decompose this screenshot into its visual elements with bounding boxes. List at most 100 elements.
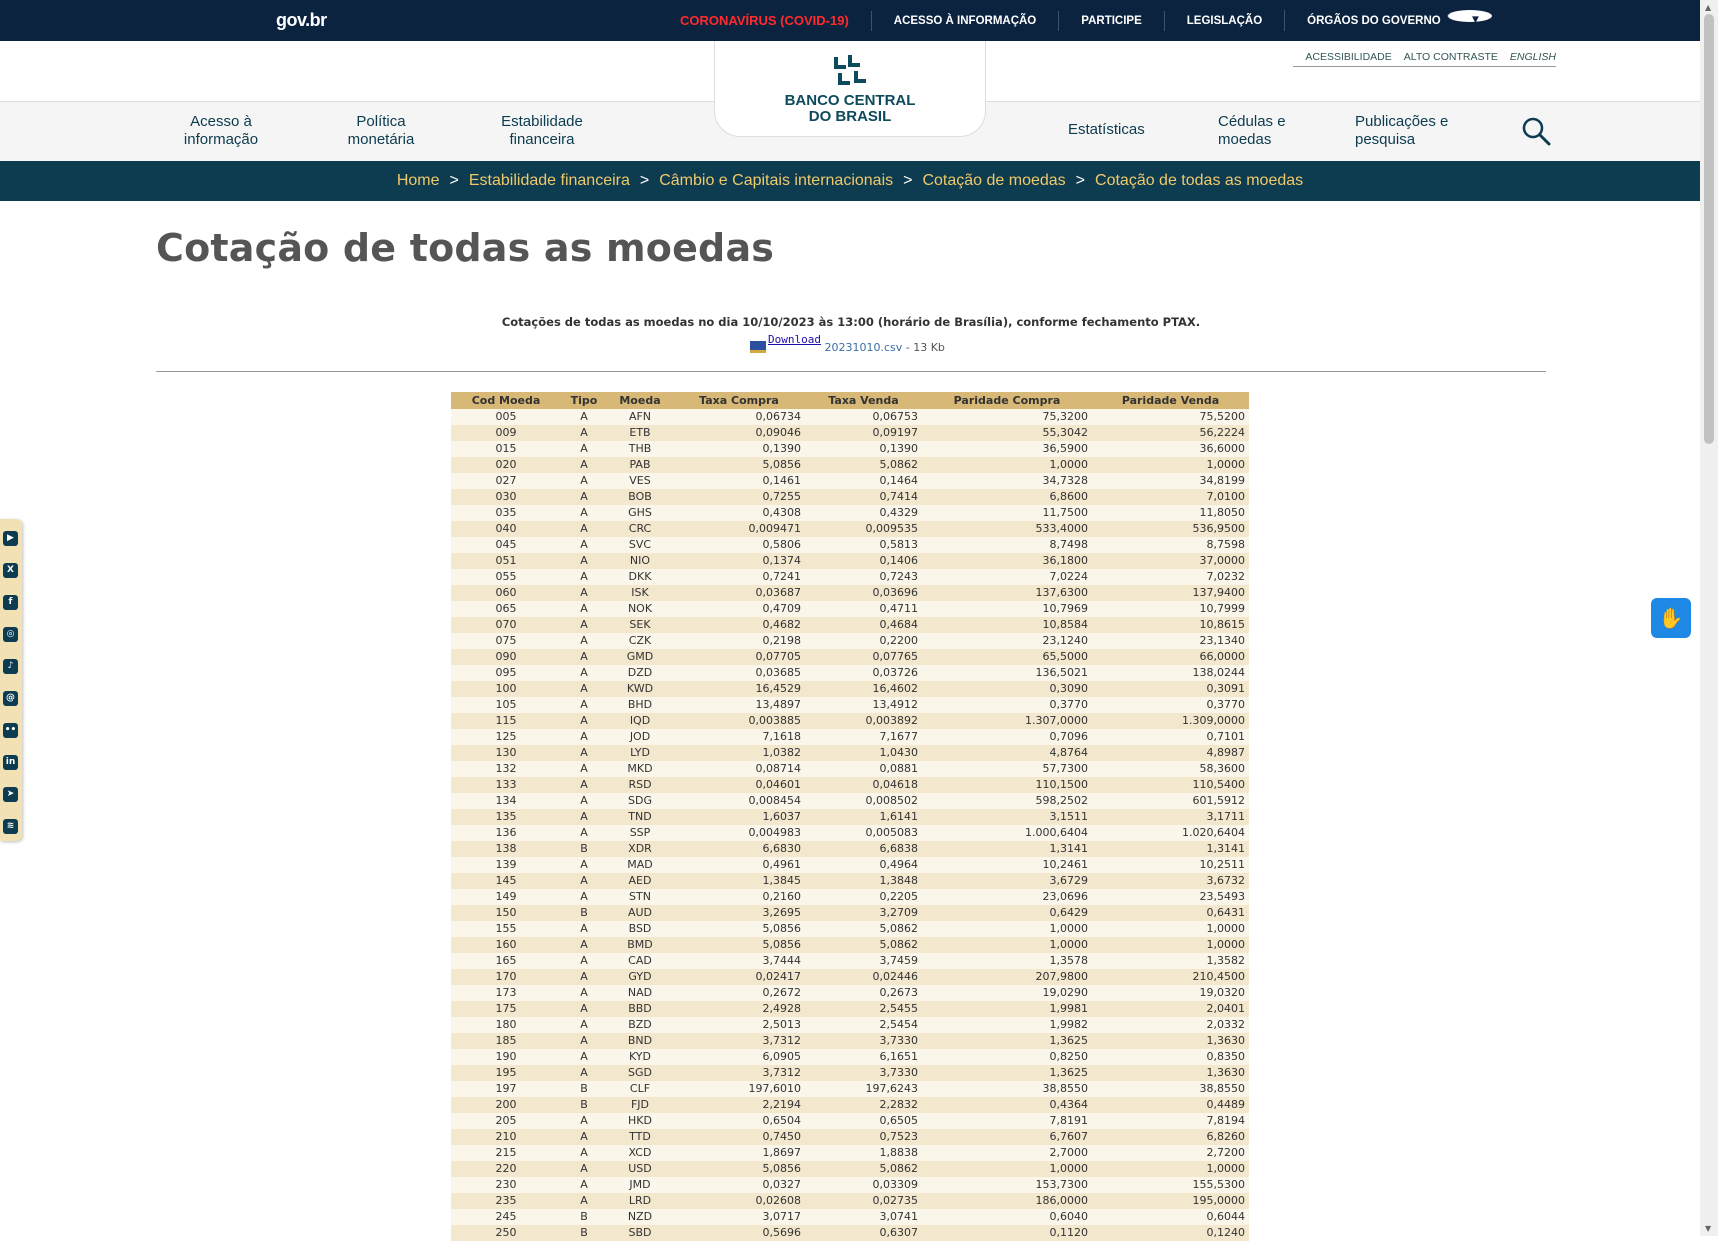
table-cell: MAD bbox=[607, 857, 673, 873]
table-cell: 0,03687 bbox=[673, 585, 805, 601]
table-cell: 2,5455 bbox=[805, 1001, 922, 1017]
breadcrumb-cotacao-todas[interactable]: Cotação de todas as moedas bbox=[1095, 172, 1303, 190]
table-row: 020 A PAB 5,0856 5,0862 1,0000 1,0000 bbox=[451, 457, 1249, 473]
table-cell: A bbox=[561, 457, 607, 473]
acesso-informacao-link[interactable]: ACESSO À INFORMAÇÃO bbox=[870, 10, 1058, 31]
table-cell: 145 bbox=[451, 873, 561, 889]
breadcrumb-home[interactable]: Home bbox=[397, 172, 440, 190]
flickr-icon[interactable]: •• bbox=[3, 723, 18, 738]
table-cell: CZK bbox=[607, 633, 673, 649]
nav-acesso-informacao[interactable]: Acesso à informação bbox=[176, 113, 266, 149]
table-cell: 11,8050 bbox=[1092, 505, 1249, 521]
x-icon[interactable]: X bbox=[3, 563, 18, 578]
covid-link[interactable]: CORONAVÍRUS (COVID-19) bbox=[680, 11, 871, 31]
table-cell: 1,0000 bbox=[922, 937, 1092, 953]
table-cell: 0,07765 bbox=[805, 649, 922, 665]
table-cell: 6,8600 bbox=[922, 489, 1092, 505]
tiktok-icon[interactable]: ♪ bbox=[3, 659, 18, 674]
download-icon[interactable] bbox=[750, 341, 766, 353]
table-cell: 0,2205 bbox=[805, 889, 922, 905]
table-cell: 0,4711 bbox=[805, 601, 922, 617]
table-cell: A bbox=[561, 649, 607, 665]
table-cell: BBD bbox=[607, 1001, 673, 1017]
govbr-logo[interactable]: gov.br bbox=[276, 10, 327, 31]
table-cell: 7,0232 bbox=[1092, 569, 1249, 585]
table-row: 130 A LYD 1,0382 1,0430 4,8764 4,8987 bbox=[451, 745, 1249, 761]
breadcrumb-estabilidade[interactable]: Estabilidade financeira bbox=[469, 172, 630, 190]
table-cell: 0,4709 bbox=[673, 601, 805, 617]
table-cell: 5,0862 bbox=[805, 937, 922, 953]
libras-sign-language-icon[interactable]: ✋ bbox=[1651, 598, 1691, 638]
table-cell: 0,6040 bbox=[922, 1209, 1092, 1225]
table-cell: LYD bbox=[607, 745, 673, 761]
youtube-icon[interactable]: ▶ bbox=[3, 531, 18, 546]
table-cell: 2,4928 bbox=[673, 1001, 805, 1017]
breadcrumb-cambio[interactable]: Câmbio e Capitais internacionais bbox=[659, 172, 893, 190]
table-cell: 1,0000 bbox=[922, 1161, 1092, 1177]
table-cell: 1,3630 bbox=[1092, 1065, 1249, 1081]
nav-publicacoes-pesquisa[interactable]: Publicações e pesquisa bbox=[1355, 113, 1455, 149]
table-cell: 210 bbox=[451, 1129, 561, 1145]
table-cell: 1,6037 bbox=[673, 809, 805, 825]
orgaos-governo-link[interactable]: ÓRGÃOS DO GOVERNO ▼ bbox=[1284, 10, 1514, 31]
logo-line-2: DO BRASIL bbox=[808, 108, 892, 125]
table-cell: 57,7300 bbox=[922, 761, 1092, 777]
table-cell: NIO bbox=[607, 553, 673, 569]
acessibilidade-link[interactable]: ACESSIBILIDADE bbox=[1305, 51, 1391, 63]
table-cell: 0,3770 bbox=[1092, 697, 1249, 713]
nav-estatisticas[interactable]: Estatísticas bbox=[1068, 121, 1145, 139]
table-cell: 0,07705 bbox=[673, 649, 805, 665]
table-cell: BZD bbox=[607, 1017, 673, 1033]
english-link[interactable]: ENGLISH bbox=[1510, 51, 1556, 63]
table-cell: 13,4912 bbox=[805, 697, 922, 713]
search-icon[interactable] bbox=[1521, 116, 1551, 146]
scrollbar[interactable]: ▲ ▼ bbox=[1700, 0, 1718, 1236]
telegram-icon[interactable]: ➤ bbox=[3, 787, 18, 802]
nav-politica-monetaria[interactable]: Política monetária bbox=[336, 113, 426, 149]
legislacao-link[interactable]: LEGISLAÇÃO bbox=[1163, 10, 1284, 31]
table-cell: 0,2200 bbox=[805, 633, 922, 649]
scrollbar-thumb[interactable] bbox=[1704, 14, 1714, 444]
table-row: 100 A KWD 16,4529 16,4602 0,3090 0,3091 bbox=[451, 681, 1249, 697]
table-row: 009 A ETB 0,09046 0,09197 55,3042 56,2224 bbox=[451, 425, 1249, 441]
table-cell: A bbox=[561, 777, 607, 793]
table-cell: 6,6830 bbox=[673, 841, 805, 857]
table-cell: 150 bbox=[451, 905, 561, 921]
alto-contraste-link[interactable]: ALTO CONTRASTE bbox=[1404, 51, 1498, 63]
table-cell: 110,5400 bbox=[1092, 777, 1249, 793]
threads-icon[interactable]: @ bbox=[3, 691, 18, 706]
table-cell: 1.000,6404 bbox=[922, 825, 1092, 841]
download-link[interactable]: Download bbox=[768, 333, 821, 346]
nav-cedulas-moedas[interactable]: Cédulas e moedas bbox=[1218, 113, 1298, 149]
table-cell: A bbox=[561, 1033, 607, 1049]
table-cell: 105 bbox=[451, 697, 561, 713]
csv-file-link[interactable]: 20231010.csv bbox=[824, 341, 902, 354]
table-cell: 1.020,6404 bbox=[1092, 825, 1249, 841]
instagram-icon[interactable]: ◎ bbox=[3, 627, 18, 642]
nav-estabilidade-financeira[interactable]: Estabilidade financeira bbox=[492, 113, 592, 149]
table-cell: 0,08714 bbox=[673, 761, 805, 777]
table-cell: CAD bbox=[607, 953, 673, 969]
participe-link[interactable]: PARTICIPE bbox=[1058, 10, 1164, 31]
table-cell: A bbox=[561, 729, 607, 745]
table-cell: 10,8584 bbox=[922, 617, 1092, 633]
table-cell: 0,4961 bbox=[673, 857, 805, 873]
table-cell: 0,4682 bbox=[673, 617, 805, 633]
linkedin-icon[interactable]: in bbox=[3, 755, 18, 770]
table-row: 220 A USD 5,0856 5,0862 1,0000 1,0000 bbox=[451, 1161, 1249, 1177]
table-row: 190 A KYD 6,0905 6,1651 0,8250 0,8350 bbox=[451, 1049, 1249, 1065]
table-cell: 170 bbox=[451, 969, 561, 985]
table-cell: 115 bbox=[451, 713, 561, 729]
table-cell: A bbox=[561, 857, 607, 873]
scroll-up-icon[interactable]: ▲ bbox=[1705, 3, 1711, 12]
rss-icon[interactable]: ≋ bbox=[3, 819, 18, 834]
table-cell: JMD bbox=[607, 1177, 673, 1193]
breadcrumb-cotacao-moedas[interactable]: Cotação de moedas bbox=[922, 172, 1065, 190]
table-cell: BMD bbox=[607, 937, 673, 953]
table-cell: 19,0320 bbox=[1092, 985, 1249, 1001]
facebook-icon[interactable]: f bbox=[3, 595, 18, 610]
table-row: 205 A HKD 0,6504 0,6505 7,8191 7,8194 bbox=[451, 1113, 1249, 1129]
table-cell: 0,009471 bbox=[673, 521, 805, 537]
table-row: 180 A BZD 2,5013 2,5454 1,9982 2,0332 bbox=[451, 1017, 1249, 1033]
scroll-down-icon[interactable]: ▼ bbox=[1705, 1224, 1711, 1233]
